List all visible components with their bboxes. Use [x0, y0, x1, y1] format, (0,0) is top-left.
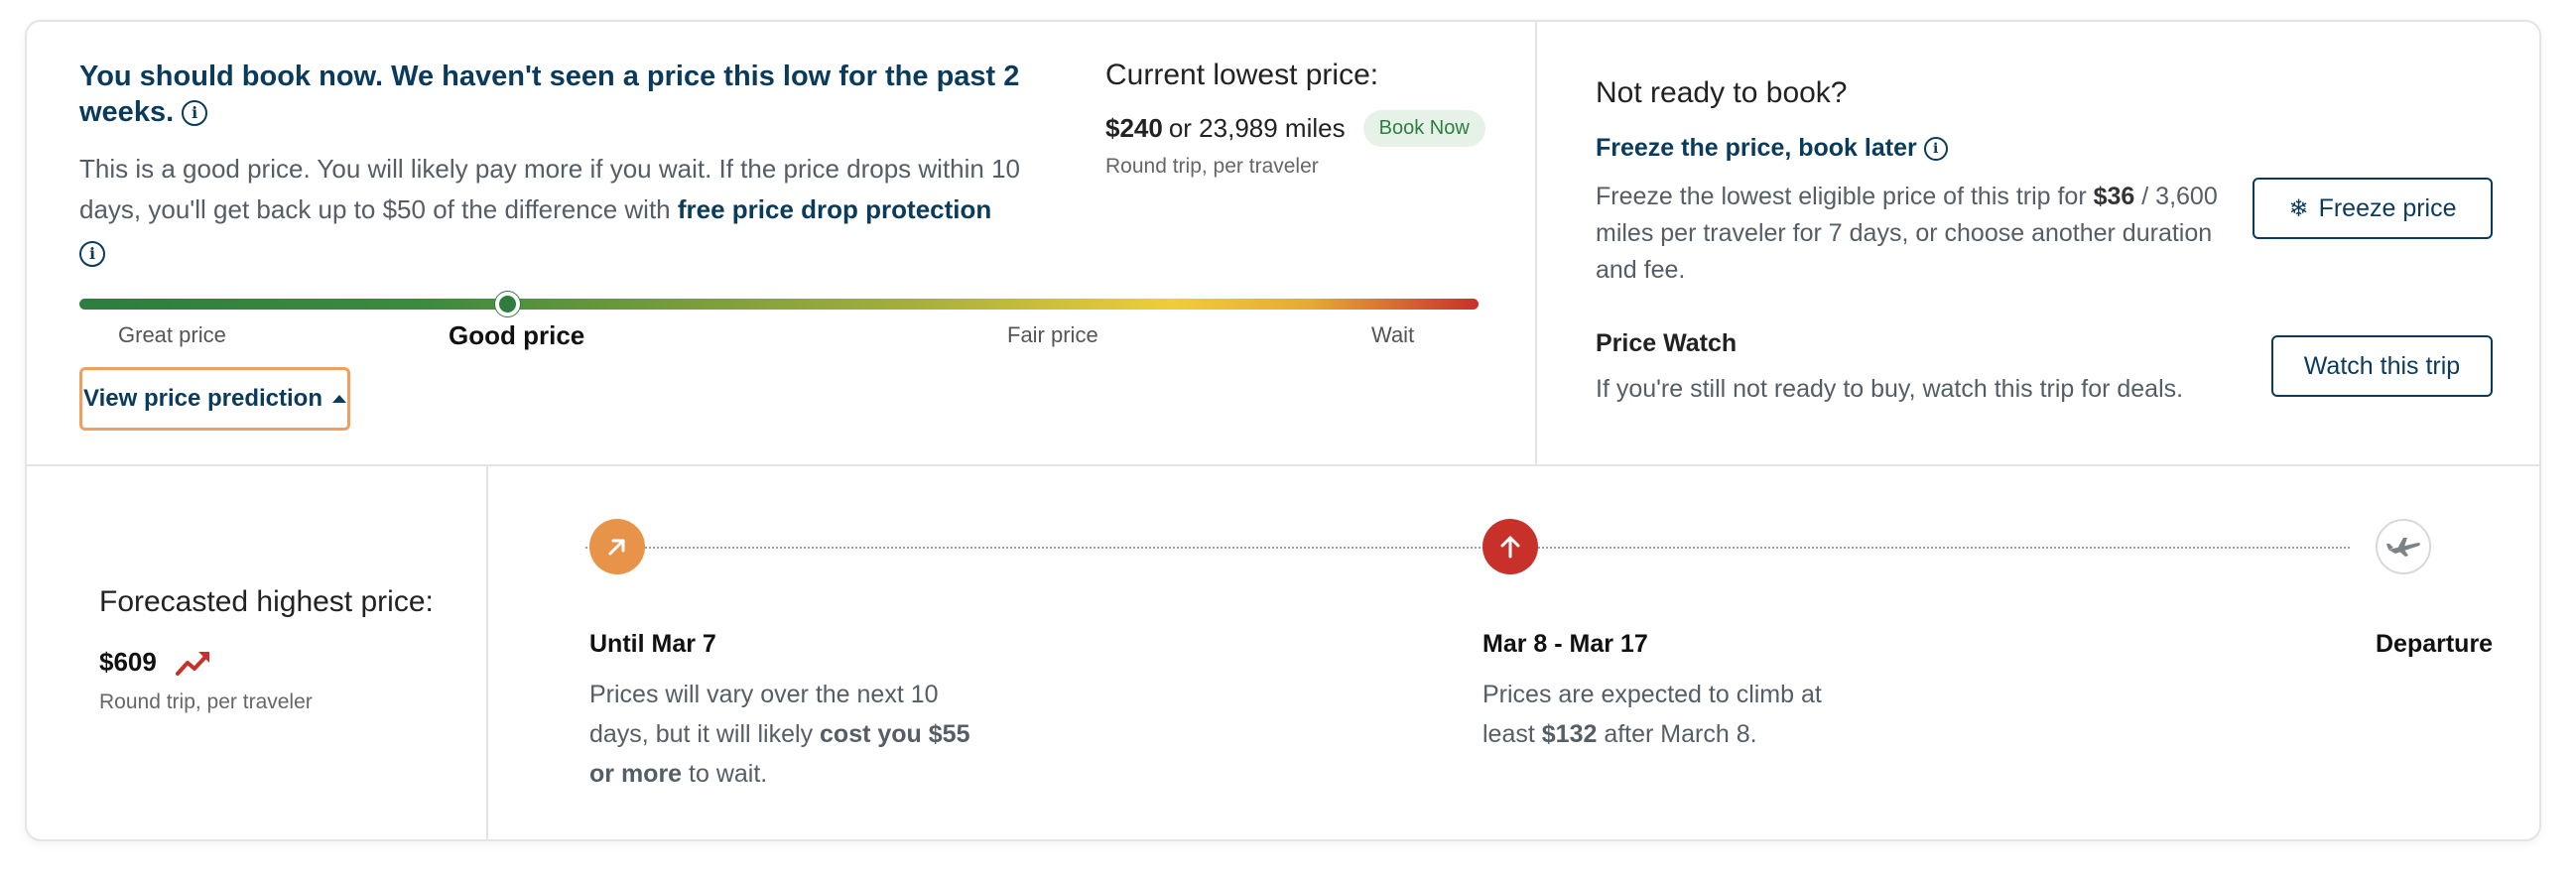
timeline-desc-bold: $132: [1541, 720, 1598, 748]
info-icon[interactable]: i: [79, 241, 105, 268]
freeze-desc-price: $36: [2093, 183, 2135, 210]
price-timeline: Until Mar 7 Prices will vary over the ne…: [488, 466, 2539, 839]
forecast-price-row: $609: [99, 647, 212, 678]
freeze-description: Freeze the lowest eligible price of this…: [1596, 179, 2231, 289]
current-price-value: $240: [1105, 113, 1163, 143]
freeze-desc-pre: Freeze the lowest eligible price of this…: [1596, 183, 2094, 210]
price-drop-protection-link[interactable]: free price drop protection: [678, 194, 991, 224]
current-price-label: Current lowest price:: [1105, 59, 1379, 91]
price-insights-card: You should book now. We haven't seen a p…: [25, 20, 2541, 841]
book-now-badge[interactable]: Book Now: [1362, 110, 1485, 147]
bar-label-wait: Wait: [1371, 322, 1415, 347]
timeline-desc-mar-8-17: Prices are expected to climb at least $1…: [1482, 675, 1860, 754]
bar-label-fair: Fair price: [1007, 322, 1098, 347]
timeline-line: [585, 547, 2350, 549]
current-lowest-price: Current lowest price: $240 or 23,989 mil…: [1105, 59, 1522, 179]
arrow-up-icon: [1482, 519, 1538, 574]
current-price-subtitle: Round trip, per traveler: [1105, 155, 1319, 178]
snowflake-icon: ❄: [2288, 194, 2309, 222]
watch-this-trip-button[interactable]: Watch this trip: [2271, 335, 2493, 397]
price-watch-description: If you're still not ready to buy, watch …: [1596, 375, 2184, 403]
recommendation-description: This is a good price. You will likely pa…: [79, 149, 1062, 271]
recommendation-panel: You should book now. We haven't seen a p…: [27, 22, 1535, 464]
arrow-up-right-icon: [589, 519, 645, 574]
view-price-prediction-button[interactable]: View price prediction: [79, 367, 350, 431]
current-price-miles: or 23,989 miles: [1168, 113, 1346, 143]
info-icon[interactable]: i: [182, 100, 208, 127]
timeline-heading-until-mar-7: Until Mar 7: [589, 630, 716, 658]
timeline-heading-mar-8-17: Mar 8 - Mar 17: [1482, 630, 1648, 658]
forecast-price: $609: [99, 647, 157, 677]
prediction-button-label: View price prediction: [83, 385, 322, 412]
current-price-row: $240 or 23,989 miles Book Now: [1105, 110, 1522, 147]
airplane-icon: [2376, 519, 2431, 574]
not-ready-panel: Not ready to book? Freeze the price, boo…: [1535, 22, 2539, 464]
timeline-desc-text: to wait.: [682, 760, 768, 788]
watch-button-label: Watch this trip: [2303, 351, 2461, 380]
not-ready-title: Not ready to book?: [1596, 76, 1848, 109]
freeze-price-button[interactable]: ❄ Freeze price: [2253, 178, 2493, 239]
timeline-desc-until-mar-7: Prices will vary over the next 10 days, …: [589, 675, 996, 794]
price-range-bar: [79, 299, 1479, 310]
price-watch-title: Price Watch: [1596, 329, 1738, 357]
headline-text: You should book now. We haven't seen a p…: [79, 61, 1020, 128]
forecast-section: Forecasted highest price: $609 Round tri…: [27, 466, 2539, 839]
freeze-title: Freeze the price, book later i: [1596, 134, 1948, 163]
timeline-desc-text: after March 8.: [1597, 720, 1757, 748]
bar-label-great: Great price: [118, 322, 226, 347]
info-icon[interactable]: i: [1923, 137, 1948, 162]
freeze-button-label: Freeze price: [2318, 193, 2457, 222]
recommendation-headline: You should book now. We haven't seen a p…: [79, 59, 1052, 130]
forecast-panel: Forecasted highest price: $609 Round tri…: [27, 466, 488, 839]
price-position-marker: [494, 292, 520, 316]
caret-up-icon: [331, 395, 346, 403]
bar-label-good: Good price: [449, 320, 585, 350]
forecast-title: Forecasted highest price:: [99, 585, 434, 618]
trending-up-icon: [175, 651, 209, 676]
forecast-subtitle: Round trip, per traveler: [99, 691, 313, 713]
timeline-heading-departure: Departure: [2376, 630, 2494, 658]
freeze-title-text: Freeze the price, book later: [1596, 134, 1917, 162]
top-section: You should book now. We haven't seen a p…: [27, 22, 2539, 466]
